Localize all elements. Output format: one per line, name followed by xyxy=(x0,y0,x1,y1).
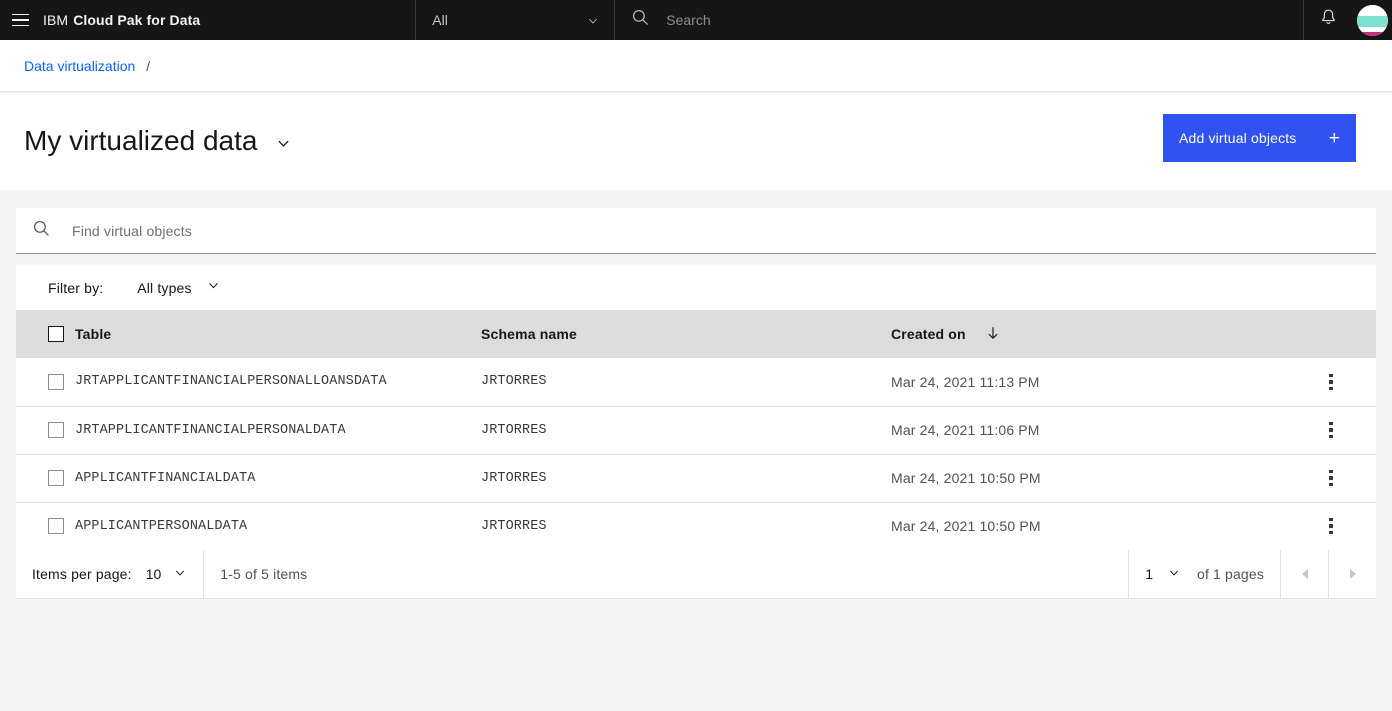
cell-created-on: Mar 24, 2021 11:06 PM xyxy=(891,422,1040,438)
page-title-bar: My virtualized data Add virtual objects … xyxy=(0,93,1392,190)
plus-icon: + xyxy=(1328,127,1340,149)
overflow-menu-icon[interactable] xyxy=(1313,508,1349,544)
add-virtual-objects-button[interactable]: Add virtual objects + xyxy=(1163,114,1356,162)
chevron-down-icon xyxy=(206,278,221,298)
cell-table-name: JRTAPPLICANTFINANCIALPERSONALDATA xyxy=(75,422,346,438)
row-select-cell xyxy=(16,454,75,502)
page-title-group: My virtualized data xyxy=(0,93,293,159)
filter-bar: Filter by: All types xyxy=(16,265,1376,310)
page-number-value: 1 xyxy=(1145,566,1153,582)
cell-schema-name: JRTORRES xyxy=(481,374,547,390)
cell-table-name: APPLICANTPERSONALDATA xyxy=(75,518,248,534)
chevron-down-icon xyxy=(278,140,289,147)
overflow-menu-icon[interactable] xyxy=(1313,412,1349,448)
arrow-down-icon xyxy=(985,325,1001,344)
brand-prefix: IBM xyxy=(43,12,69,28)
brand-link[interactable]: IBM Cloud Pak for Data xyxy=(41,0,200,40)
select-all-cell xyxy=(16,310,75,358)
total-pages-label: of 1 pages xyxy=(1197,566,1264,582)
overflow-menu-icon[interactable] xyxy=(1313,364,1349,400)
row-checkbox[interactable] xyxy=(48,518,64,534)
items-per-page-value: 10 xyxy=(145,566,162,582)
row-actions-cell xyxy=(1311,406,1376,454)
column-header-created-on[interactable]: Created on xyxy=(891,310,1311,358)
page-number-select[interactable]: 1 xyxy=(1128,550,1197,598)
header-scope-select[interactable]: All xyxy=(415,0,616,40)
breadcrumb: Data virtualization / xyxy=(0,40,1392,92)
cell-created-on: Mar 24, 2021 10:50 PM xyxy=(891,470,1041,486)
row-checkbox[interactable] xyxy=(48,470,64,486)
items-per-page-label: Items per page: xyxy=(32,566,132,582)
hamburger-menu-icon xyxy=(12,13,29,27)
table-row[interactable]: APPLICANTFINANCIALDATA JRTORRES Mar 24, … xyxy=(16,454,1376,502)
add-virtual-objects-label: Add virtual objects xyxy=(1179,130,1297,146)
table-header: Table Schema name Created on xyxy=(16,310,1376,358)
header-search-placeholder: Search xyxy=(666,12,711,28)
table-row[interactable]: JRTAPPLICANTFINANCIALPERSONALLOANSDATA J… xyxy=(16,358,1376,406)
overflow-menu-icon[interactable] xyxy=(1313,460,1349,496)
notifications-button[interactable] xyxy=(1304,0,1352,40)
pagination-range-text: 1-5 of 5 items xyxy=(220,566,308,582)
page-title: My virtualized data xyxy=(24,125,258,156)
column-header-table-label: Table xyxy=(75,326,112,342)
row-checkbox[interactable] xyxy=(48,373,64,390)
header-spacer xyxy=(200,0,415,40)
caret-left-icon xyxy=(1301,569,1308,579)
breadcrumb-separator: / xyxy=(146,57,151,74)
row-select-cell xyxy=(16,406,75,454)
search-icon xyxy=(631,8,650,32)
cell-created-on: Mar 24, 2021 10:50 PM xyxy=(891,518,1041,534)
column-header-schema-name[interactable]: Schema name xyxy=(481,310,891,358)
filter-type-select[interactable]: All types xyxy=(137,278,220,298)
search-input-placeholder: Find virtual objects xyxy=(72,222,192,239)
search-icon xyxy=(32,219,51,243)
column-header-schema-label: Schema name xyxy=(481,326,577,342)
row-select-cell xyxy=(16,502,75,550)
cell-schema-name: JRTORRES xyxy=(481,518,547,534)
filter-type-value: All types xyxy=(137,279,192,296)
bell-icon xyxy=(1319,8,1338,32)
row-actions-cell xyxy=(1311,454,1376,502)
caret-right-icon xyxy=(1349,569,1356,579)
chevron-down-icon xyxy=(1167,566,1181,583)
filter-by-label: Filter by: xyxy=(48,279,104,296)
select-all-checkbox[interactable] xyxy=(48,326,64,342)
items-per-page-group: Items per page: 10 xyxy=(16,550,205,598)
column-header-actions xyxy=(1311,310,1376,358)
pagination-bar: Items per page: 10 1-5 of 5 items 1 of 1… xyxy=(16,550,1376,598)
column-header-created-label: Created on xyxy=(891,326,966,342)
cell-table-name: APPLICANTFINANCIALDATA xyxy=(75,470,256,486)
chevron-down-icon xyxy=(173,566,187,583)
table-row[interactable]: APPLICANTPERSONALDATA JRTORRES Mar 24, 2… xyxy=(16,502,1376,550)
chevron-down-icon xyxy=(586,14,598,26)
column-header-table[interactable]: Table xyxy=(75,310,481,358)
hamburger-menu-button[interactable] xyxy=(0,0,41,40)
user-profile-button[interactable] xyxy=(1352,0,1392,40)
page-title-dropdown-button[interactable] xyxy=(273,133,293,153)
row-actions-cell xyxy=(1311,502,1376,550)
row-select-cell xyxy=(16,358,75,406)
global-header: IBM Cloud Pak for Data All Search xyxy=(0,0,1392,40)
cell-schema-name: JRTORRES xyxy=(481,422,547,438)
row-actions-cell xyxy=(1311,358,1376,406)
next-page-button[interactable] xyxy=(1328,550,1376,598)
find-virtual-objects-search[interactable]: Find virtual objects xyxy=(16,208,1376,254)
table-row[interactable]: JRTAPPLICANTFINANCIALPERSONALDATA JRTORR… xyxy=(16,406,1376,454)
header-scope-value: All xyxy=(432,12,448,28)
row-checkbox[interactable] xyxy=(48,422,64,438)
content-area: Find virtual objects Filter by: All type… xyxy=(0,190,1392,711)
cell-table-name: JRTAPPLICANTFINANCIALPERSONALLOANSDATA xyxy=(75,374,387,390)
previous-page-button[interactable] xyxy=(1280,550,1328,598)
header-search[interactable]: Search xyxy=(615,0,1304,40)
brand-name: Cloud Pak for Data xyxy=(73,12,201,28)
cell-schema-name: JRTORRES xyxy=(481,470,547,486)
cell-created-on: Mar 24, 2021 11:13 PM xyxy=(891,373,1040,390)
items-per-page-select[interactable]: 10 xyxy=(146,566,188,583)
table-header-row: Table Schema name Created on xyxy=(16,310,1376,358)
avatar xyxy=(1356,4,1388,36)
breadcrumb-item-data-virtualization[interactable]: Data virtualization xyxy=(24,58,135,74)
